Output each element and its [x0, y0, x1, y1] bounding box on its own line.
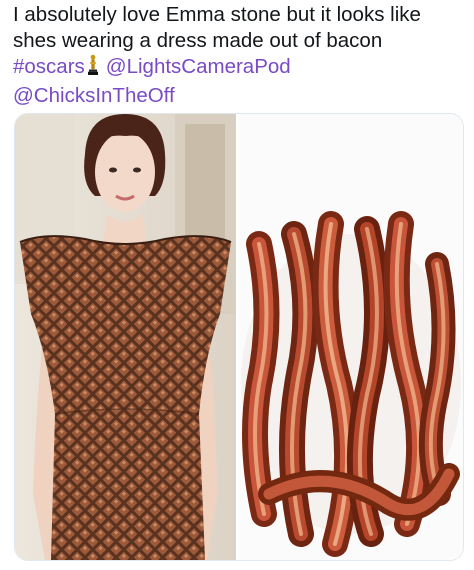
- tweet-text-line-1: I absolutely love Emma stone but it look…: [13, 3, 421, 26]
- mention-chicksintheoff-link[interactable]: @ChicksInTheOff: [13, 84, 175, 107]
- tweet-tags-line: #oscars @LightsCameraPod: [13, 54, 465, 83]
- tweet-mention-line: @ChicksInTheOff: [13, 83, 465, 109]
- emma-stone-dress-photo[interactable]: [15, 114, 236, 560]
- oscar-trophy-icon: [87, 54, 99, 83]
- tweet-text-line-2: shes wearing a dress made out of bacon: [13, 29, 383, 52]
- hashtag-oscars-link[interactable]: #oscars: [13, 55, 85, 78]
- mention-lightscamerapod-link[interactable]: @LightsCameraPod: [106, 55, 291, 78]
- tweet-text: I absolutely love Emma stone but it look…: [13, 2, 465, 109]
- tweet-media[interactable]: [14, 113, 464, 561]
- bacon-strips-photo[interactable]: [239, 114, 463, 560]
